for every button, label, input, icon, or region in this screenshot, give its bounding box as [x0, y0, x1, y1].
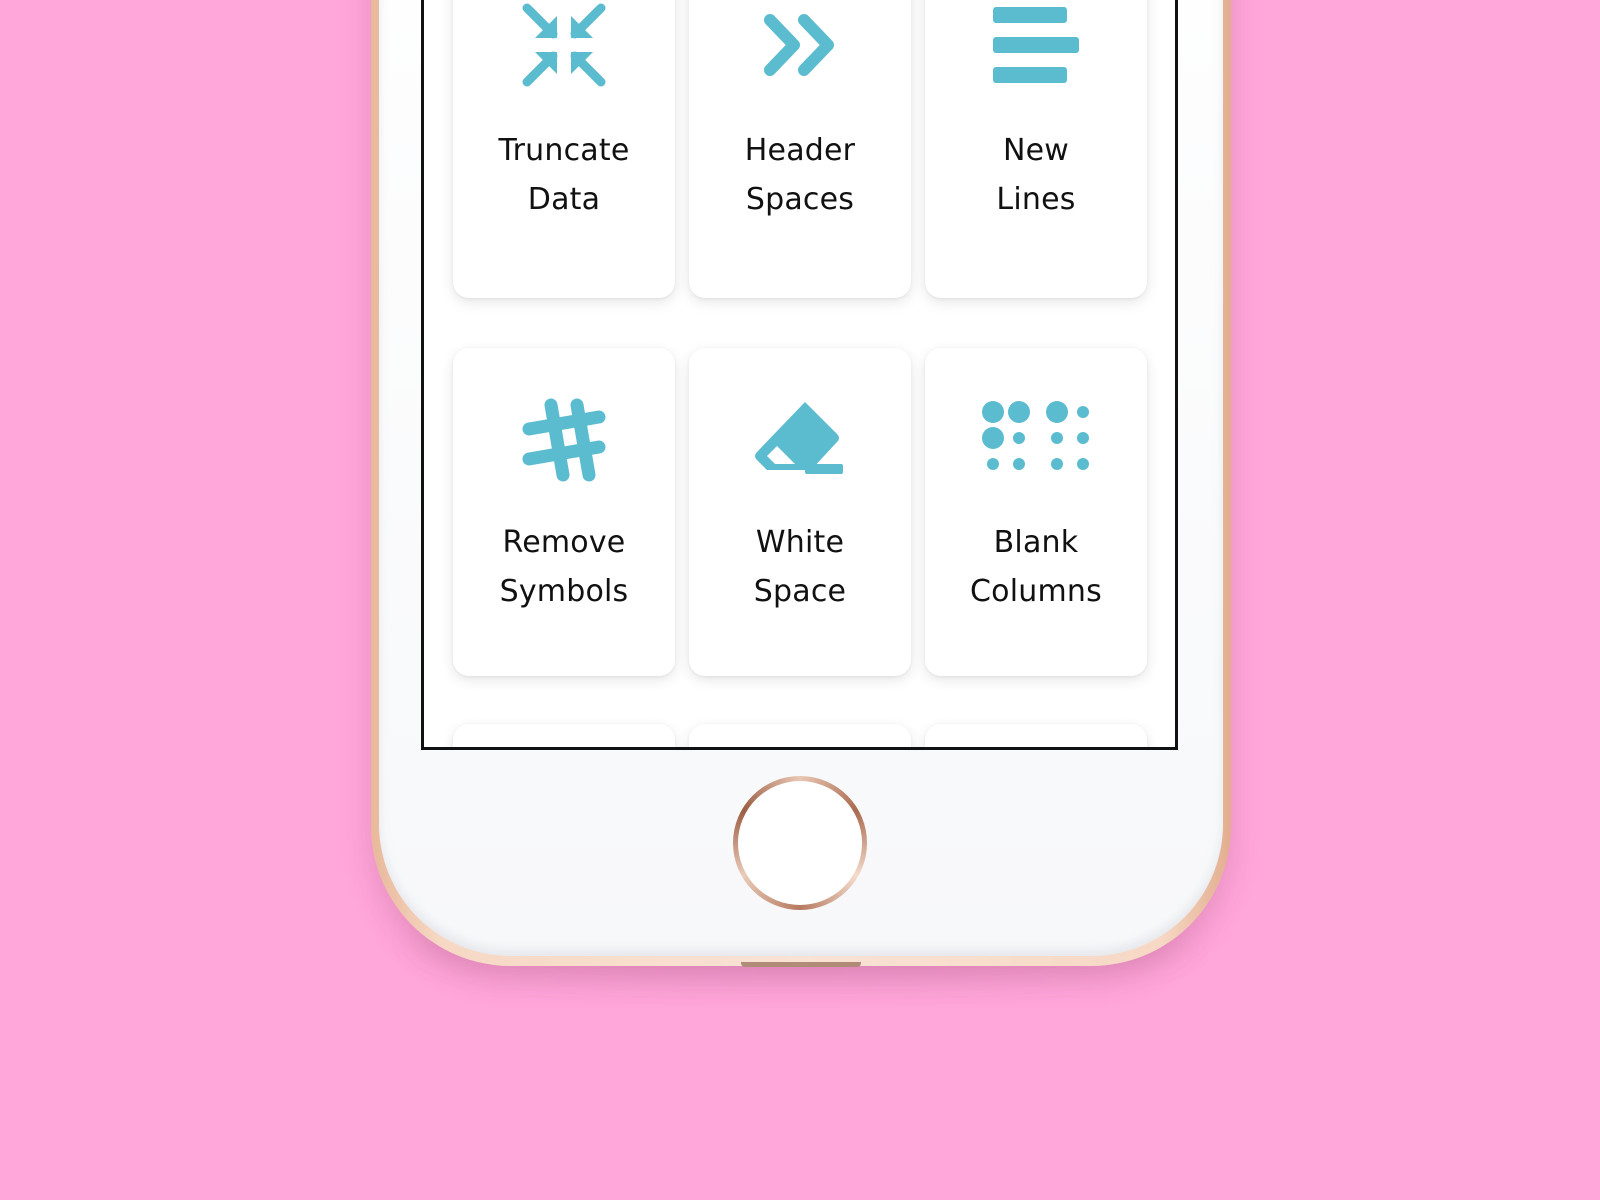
three-lines-icon	[925, 0, 1147, 95]
tool-label: Header Spaces	[699, 126, 901, 224]
tool-card-white-space[interactable]: White Space	[689, 348, 911, 676]
tool-label: Remove Symbols	[463, 518, 665, 616]
compress-arrows-icon	[453, 0, 675, 95]
tool-label-line1: Blank	[993, 525, 1079, 560]
tool-label-line2: Columns	[970, 574, 1102, 609]
tool-label-line1: Header	[744, 133, 856, 168]
tool-label: New Lines	[935, 126, 1137, 224]
lightning-port	[741, 962, 861, 967]
scene: Truncate Data Header Spaces New Lines Re…	[0, 0, 1600, 1200]
tool-label-line1: Remove	[502, 525, 626, 560]
tool-label-line1: New	[1002, 133, 1070, 168]
home-button[interactable]	[733, 776, 867, 910]
tool-label-line2: Lines	[996, 182, 1076, 217]
tool-label-line2: Spaces	[745, 182, 855, 217]
tool-label-line1: White	[755, 525, 845, 560]
hashtag-icon	[453, 390, 675, 490]
tool-label: Blank Columns	[935, 518, 1137, 616]
eraser-icon	[689, 390, 911, 490]
tool-label-line2: Space	[753, 574, 847, 609]
tool-card-new-lines[interactable]: New Lines	[925, 0, 1147, 298]
home-button-face	[738, 781, 862, 905]
tool-label: Truncate Data	[463, 126, 665, 224]
tool-label: White Space	[699, 518, 901, 616]
dot-grid-icon	[925, 390, 1147, 490]
tool-label-line1: Truncate	[498, 133, 630, 168]
tool-card-partial[interactable]	[453, 724, 675, 747]
phone-screen: Truncate Data Header Spaces New Lines Re…	[421, 0, 1178, 750]
tool-card-partial[interactable]	[925, 724, 1147, 747]
tool-card-header-spaces[interactable]: Header Spaces	[689, 0, 911, 298]
tool-card-truncate-data[interactable]: Truncate Data	[453, 0, 675, 298]
tool-label-line2: Data	[527, 182, 601, 217]
tool-card-partial[interactable]	[689, 724, 911, 747]
tool-card-blank-columns[interactable]: Blank Columns	[925, 348, 1147, 676]
tool-card-remove-symbols[interactable]: Remove Symbols	[453, 348, 675, 676]
tool-label-line2: Symbols	[499, 574, 629, 609]
double-chevron-right-icon	[689, 0, 911, 95]
